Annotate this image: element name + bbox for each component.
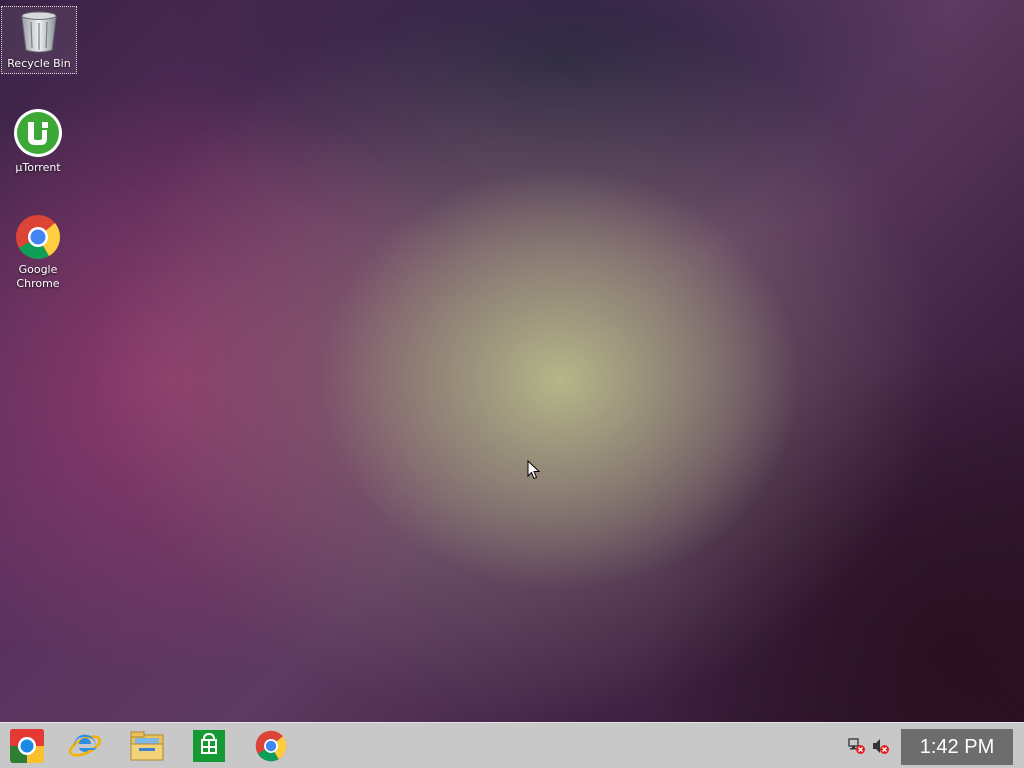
network-disconnected-icon [848, 738, 865, 754]
recycle-bin-icon [21, 11, 57, 53]
desktop-icon-recycle-bin[interactable]: Recycle Bin [1, 6, 77, 74]
desktop-icon-label: Recycle Bin [7, 57, 71, 70]
mouse-pointer-icon [527, 460, 541, 480]
taskbar-button-google-chrome[interactable] [253, 728, 289, 764]
utorrent-icon [14, 109, 62, 157]
chrome-icon [255, 730, 287, 762]
folder-icon [130, 731, 164, 761]
taskbar-button-windows-store[interactable] [191, 728, 227, 764]
chrome-icon [16, 215, 61, 259]
chrome-launcher-icon [10, 729, 44, 763]
taskbar: 1:42 PM [0, 722, 1024, 768]
tray-volume-button[interactable] [872, 737, 890, 755]
taskbar-clock[interactable]: 1:42 PM [901, 729, 1013, 765]
volume-muted-icon [873, 739, 889, 754]
desktop-icon-google-chrome[interactable]: Google Chrome [1, 214, 75, 291]
taskbar-button-chrome-app-launcher[interactable] [9, 728, 45, 764]
ie-icon [68, 734, 102, 757]
store-icon [193, 730, 225, 762]
desktop-icon-utorrent[interactable]: µTorrent [1, 108, 75, 175]
taskbar-button-internet-explorer[interactable] [67, 728, 103, 764]
desktop-icon-label: µTorrent [15, 161, 61, 174]
tray-network-button[interactable] [848, 737, 866, 755]
desktop[interactable]: Recycle Bin µTorrent Google Chrome [0, 0, 1024, 722]
taskbar-button-file-explorer[interactable] [129, 728, 165, 764]
desktop-icon-label: Google Chrome [16, 263, 60, 290]
